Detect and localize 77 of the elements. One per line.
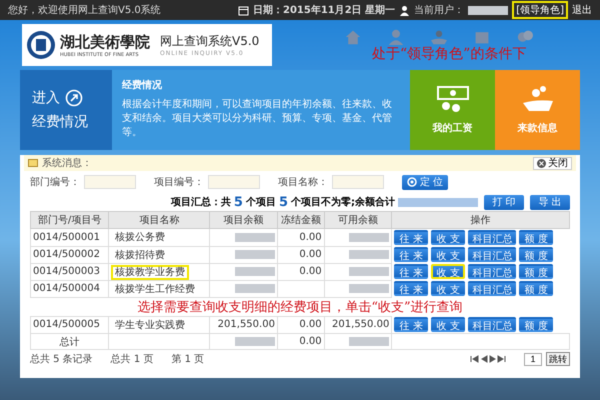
column-header: 冻结金额	[277, 212, 324, 228]
project-name: 核拨教学业务费	[111, 264, 190, 280]
column-header: 操作	[392, 212, 570, 228]
tile-button[interactable]: 我的工资	[410, 70, 495, 150]
row-action-button[interactable]: 科目汇总	[468, 247, 516, 262]
record-count: 总共 5 条记录	[30, 352, 93, 366]
column-header: 可用余额	[324, 212, 392, 228]
filter-label: 项目名称：	[278, 176, 328, 189]
section-label: 经费情况	[32, 113, 89, 131]
row-action-button[interactable]: 额 度	[519, 281, 554, 296]
enter-label: 进入	[32, 89, 60, 107]
user-label: 当前用户：	[414, 4, 464, 17]
close-button[interactable]: 关闭	[533, 156, 572, 170]
row-action-button[interactable]: 收 支	[431, 281, 466, 296]
row-action-button[interactable]: 额 度	[519, 230, 554, 245]
summary-text: 个项目	[246, 196, 276, 209]
project-name: 核拨学生工作经费	[114, 282, 196, 296]
page-count: 总共 1 页	[110, 352, 154, 366]
nonzero-count: 5	[278, 194, 288, 210]
row-action-button[interactable]: 额 度	[519, 247, 554, 262]
system-title: 网上查询系统V5.0	[160, 33, 260, 50]
table-cell: 0.00	[299, 249, 322, 260]
column-header: 项目名称	[108, 212, 210, 228]
row-action-button[interactable]: 往 来	[394, 230, 428, 245]
table-cell: 201,550.00	[218, 319, 275, 330]
row-action-button[interactable]: 收 支	[431, 247, 466, 262]
row-action-button[interactable]: 收 支	[431, 317, 466, 332]
table-cell: 0.00	[299, 266, 322, 277]
section-description: 根据会计年度和期间，可以查询项目的年初余额、往来款、收支和结余。项目大类可以分为科研、预算、专项、基金、代管等。	[122, 98, 393, 140]
action-button[interactable]: 打 印	[484, 194, 524, 210]
row-action-button[interactable]: 科目汇总	[468, 281, 516, 296]
row-action-button[interactable]: 科目汇总	[468, 264, 516, 279]
school-name: 湖北美術學院	[60, 32, 150, 52]
table-cell: 201,550.00	[332, 319, 390, 330]
row-action-button[interactable]: 收 支	[431, 264, 466, 279]
project-count: 5	[234, 194, 243, 210]
message-title: 系统消息：	[42, 156, 92, 170]
project-name: 核拨公务费	[114, 230, 166, 246]
summary-label: 项目汇总：共	[170, 196, 231, 209]
logout-link[interactable]: 退出	[572, 3, 592, 17]
row-action-button[interactable]: 额 度	[519, 264, 554, 279]
role-label[interactable]: [领导角色]	[512, 1, 568, 19]
current-page: 第 1 页	[171, 353, 204, 366]
table-cell: 0.00	[299, 319, 322, 330]
welcome-text: 您好，欢迎使用网上查询V5.0系统	[8, 4, 161, 17]
filter-label: 项目编号：	[154, 176, 204, 189]
summary-text: 个项目不为零;余额合计	[291, 195, 395, 209]
row-action-button[interactable]: 收 支	[431, 230, 466, 245]
row-action-button[interactable]: 往 来	[394, 281, 428, 296]
enter-section-panel[interactable]: 进入 经费情况	[20, 70, 112, 150]
table-cell: 0014/500003	[30, 263, 109, 280]
annotation-text: 选择需要查询收支明细的经费项目，单击“收支”进行查询	[30, 297, 570, 316]
page-input[interactable]: 1	[524, 352, 542, 366]
table-cell: 0014/500004	[30, 280, 109, 297]
row-action-button[interactable]: 往 来	[394, 317, 428, 332]
project-name: 核拨招待费	[114, 248, 166, 262]
column-header: 项目余额	[210, 212, 278, 228]
total-label: 总计	[30, 334, 109, 350]
section-title: 经费情况	[122, 80, 162, 91]
table-cell: 0.00	[299, 336, 322, 347]
row-action-button[interactable]: 科目汇总	[468, 230, 516, 245]
table-cell: 0014/500001	[30, 228, 109, 246]
filter-label: 部门编号：	[30, 176, 80, 189]
row-action-button[interactable]: 额 度	[519, 317, 554, 332]
row-action-button[interactable]: 科目汇总	[468, 317, 516, 332]
date-text: 日期：2015年11月2日 星期一	[253, 4, 396, 17]
table-cell: 0.00	[299, 232, 322, 243]
row-action-button[interactable]: 往 来	[394, 264, 428, 279]
table-cell: 0014/500002	[30, 246, 109, 263]
annotation-text: 处于“领导角色”的条件下	[372, 46, 528, 62]
project-name: 学生专业实践费	[114, 318, 186, 333]
jump-button[interactable]: 跳转	[546, 352, 570, 366]
row-action-button[interactable]: 往 来	[394, 247, 428, 262]
column-header: 部门号/项目号	[30, 212, 109, 228]
locate-button[interactable]: 定 位	[402, 174, 448, 190]
table-cell: 0014/500005	[30, 316, 109, 334]
action-button[interactable]: 导 出	[530, 194, 570, 210]
